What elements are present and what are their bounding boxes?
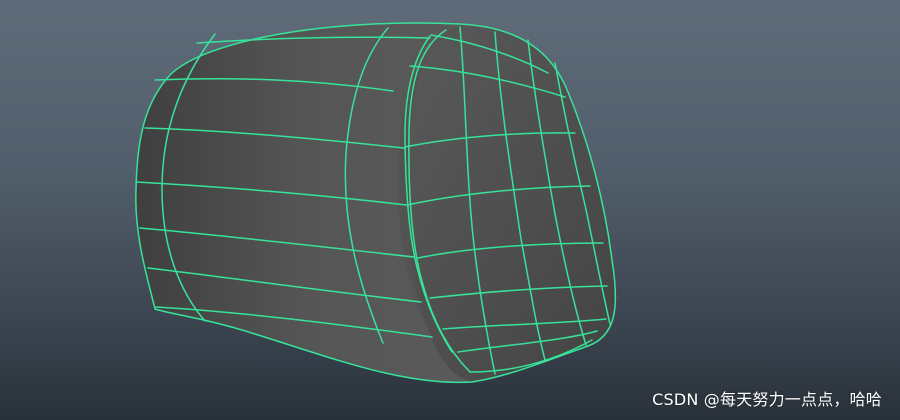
watermark-label: CSDN @每天努力一点点，哈哈 [652, 390, 882, 409]
3d-viewport[interactable]: CSDN @每天努力一点点，哈哈 [0, 0, 900, 420]
cushion-model[interactable] [135, 22, 617, 384]
viewport-scene[interactable] [0, 0, 900, 420]
